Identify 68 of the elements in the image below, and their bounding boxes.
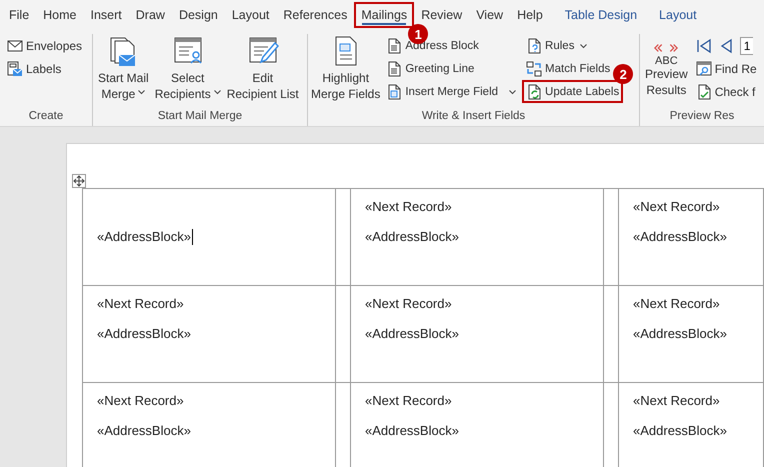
ribbon-tab[interactable]: Table Design [558,2,644,28]
group-label: Create [28,109,64,124]
group-label: Start Mail Merge [156,109,244,124]
ribbon-tab[interactable]: Design [172,2,225,28]
first-record-icon[interactable] [696,38,712,54]
merge-field: «Next Record» [97,393,184,408]
ribbon-tab[interactable]: File [2,2,36,28]
merge-field: «AddressBlock» [365,326,459,341]
merge-field: «Next Record» [633,296,720,311]
merge-field: «Next Record» [365,296,452,311]
ribbon-tab[interactable]: View [469,2,510,28]
group-label: Preview Res [668,109,736,124]
merge-field: «AddressBlock» [97,229,191,244]
abc-label: ABC [655,56,678,66]
merge-field: «AddressBlock» [97,423,191,438]
record-field[interactable]: 1 [740,36,754,54]
ribbon-tab[interactable]: Draw [128,2,172,28]
merge-field: «AddressBlock» [365,229,459,244]
ribbon-button[interactable]: Check f [692,80,760,103]
ribbon-button[interactable]: Match Fields [522,57,614,80]
document-icon [386,60,402,76]
merge-field: «Next Record» [633,393,720,408]
merge-field: «AddressBlock» [633,229,727,244]
ribbon-button[interactable]: Greeting Line [382,57,478,80]
ribbon-button[interactable]: Labels [3,57,66,80]
ribbon-button[interactable]: Start Mail Merge [96,34,151,107]
ribbon-button[interactable]: Insert Merge Field [382,80,520,103]
ribbon-button[interactable]: Envelopes [3,34,86,57]
caret-icon [138,90,146,95]
find-icon [696,60,712,76]
ribbon-button[interactable]: Find Re [692,57,761,80]
merge-field: «Next Record» [365,199,452,214]
text-cursor [192,229,193,245]
ribbon-tab[interactable]: Insert [84,2,129,28]
envelope-icon [7,38,23,54]
ribbon-tab[interactable]: Layout [652,2,704,28]
merge-field: «Next Record» [365,393,452,408]
merge-field: «AddressBlock» [97,326,191,341]
merge-field: «AddressBlock» [365,423,459,438]
ribbon-tab[interactable]: Home [36,2,84,28]
merge-field: «Next Record» [633,199,720,214]
ribbon-button[interactable]: Select Recipients [152,34,223,107]
match-fields-icon [526,60,542,76]
merge-field: «AddressBlock» [633,326,727,341]
ribbon-button[interactable]: Highlight Merge Fields [311,34,380,107]
caret-icon [214,90,221,95]
labels-icon [7,60,23,76]
caret-icon [580,44,588,48]
ribbon-tab[interactable]: Layout [224,2,276,28]
ribbon-button[interactable]: Rules [522,34,592,57]
ribbon-tab[interactable]: Mailings [354,2,414,28]
document-check-icon [696,84,712,100]
document-icon [386,84,402,100]
ribbon-tab[interactable]: Help [510,2,550,28]
caret-icon [509,90,516,94]
document-refresh-icon [526,84,542,100]
step-badge: 2 [613,64,634,84]
preview-arrows-icon [654,43,678,53]
ribbon-button[interactable]: Edit Recipient List [224,34,301,107]
document-icon [386,38,402,54]
group-label: Write & Insert Fields [420,109,526,124]
ribbon-button[interactable]: Update Labels [522,80,624,103]
merge-field: «AddressBlock» [633,423,727,438]
ribbon-button[interactable]: ABC Preview Results [643,34,690,107]
move-handle-icon[interactable] [72,174,86,188]
merge-field: «Next Record» [97,296,184,311]
ribbon-tab[interactable]: References [276,2,354,28]
document-question-icon [526,38,542,54]
